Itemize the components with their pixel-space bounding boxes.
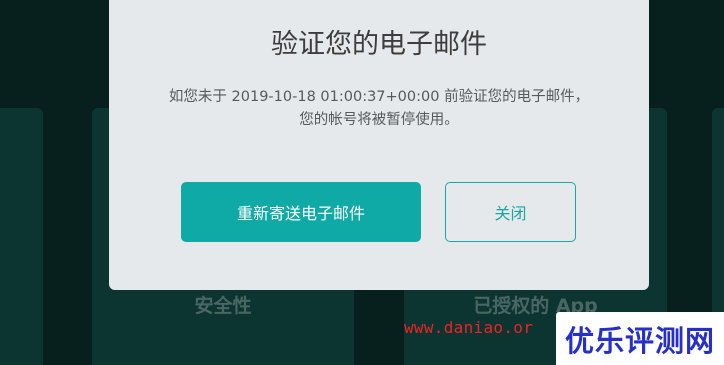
dialog-message-line: 如您未于 2019-10-18 01:00:37+00:00 前验证您的电子邮件…: [168, 89, 590, 105]
verify-email-dialog: 验证您的电子邮件 如您未于 2019-10-18 01:00:37+00:00 …: [109, 0, 649, 290]
resend-email-button[interactable]: 重新寄送电子邮件: [181, 182, 421, 242]
background-card: [0, 108, 43, 365]
dialog-message: 如您未于 2019-10-18 01:00:37+00:00 前验证您的电子邮件…: [129, 86, 629, 132]
watermark-logo: 优乐评测网: [556, 312, 724, 365]
watermark-url: www.daniao.or: [404, 318, 534, 337]
app-screen: 安全性 已授权的 App 验证您的电子邮件 如您未于 2019-10-18 01…: [0, 0, 724, 365]
dialog-message-line: 您的帐号将被暂停使用。: [299, 112, 459, 128]
close-button[interactable]: 关闭: [445, 182, 576, 242]
security-card-label: 安全性: [194, 295, 252, 317]
dialog-title: 验证您的电子邮件: [271, 29, 487, 60]
